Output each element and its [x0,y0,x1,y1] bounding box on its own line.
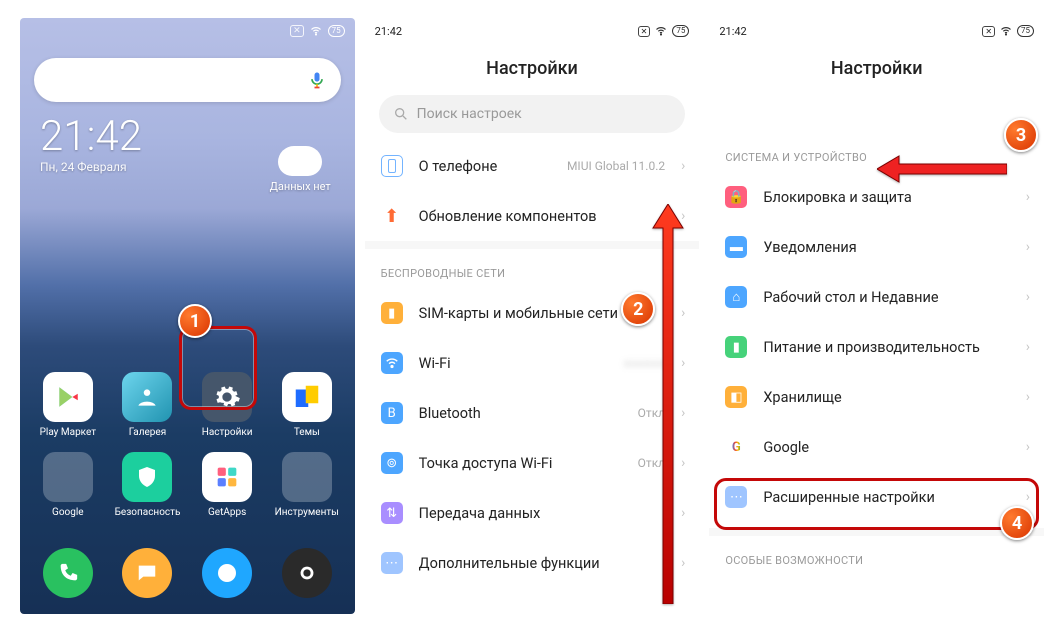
page-title: Настройки [709,40,1044,95]
chevron-right-icon: › [1026,189,1030,205]
dock-browser[interactable] [202,548,252,598]
weather-text: Данных нет [270,180,331,193]
section-wireless: БЕСПРОВОДНЫЕ СЕТИ [365,249,700,288]
row-about-phone[interactable]: О телефоне MIUI Global 11.0.2 › [365,141,700,191]
chevron-right-icon: › [1026,389,1030,405]
home-icon: ⌂ [725,286,747,308]
play-store-icon [43,372,93,422]
callout-1: 1 [178,304,212,338]
google-search-bar[interactable]: G [34,58,341,102]
battery-indicator: 75 [672,25,689,37]
chevron-right-icon: › [681,158,685,174]
row-storage[interactable]: ◧ Хранилище › [709,372,1044,422]
battery-indicator: 75 [328,25,345,37]
app-themes[interactable]: Темы [272,372,342,438]
app-play-market[interactable]: Play Маркет [33,372,103,438]
folder-google[interactable]: Google [33,452,103,518]
status-bar: 21:42 ✕ 75 [365,18,700,40]
status-time: 21:42 [375,25,402,38]
themes-icon [282,372,332,422]
page-title: Настройки [365,40,700,95]
mic-icon[interactable] [307,70,327,90]
search-placeholder: Поиск настроек [417,106,522,122]
app-label: Инструменты [275,507,339,518]
highlight-advanced-settings [714,478,1039,530]
hotspot-icon: ⊚ [381,452,403,474]
row-hotspot[interactable]: ⊚ Точка доступа Wi-Fi Откл › [365,438,700,488]
app-label: Play Маркет [40,427,97,438]
app-label: Безопасность [115,507,181,518]
row-component-updates[interactable]: ⬆ Обновление компонентов › [365,191,700,241]
folder-icon [43,452,93,502]
chevron-right-icon: › [1026,339,1030,355]
folder-icon [282,452,332,502]
app-label: Google [52,507,84,518]
app-getapps[interactable]: GetApps [192,452,262,518]
no-sim-icon: ✕ [638,26,651,37]
row-battery-perf[interactable]: ▮ Питание и производительность › [709,322,1044,372]
battery-indicator: 75 [1017,25,1034,37]
chevron-right-icon: › [1026,439,1030,455]
row-bluetooth[interactable]: B Bluetooth Откл › [365,388,700,438]
row-home-recents[interactable]: ⌂ Рабочий стол и Недавние › [709,272,1044,322]
chevron-right-icon: › [1026,239,1030,255]
app-label: Галерея [129,427,166,438]
no-sim-icon: ✕ [290,25,304,37]
battery-icon: ▮ [725,336,747,358]
app-label: Темы [294,427,320,438]
update-icon: ⬆ [381,205,403,227]
settings-system: 21:42 ✕ 75 Настройки СИСТЕМА И УСТРОЙСТВ… [709,18,1044,614]
row-data-usage[interactable]: ⇅ Передача данных › [365,488,700,538]
sim-icon: ▮ [381,302,403,324]
app-gallery[interactable]: Галерея [112,372,182,438]
wifi-icon [1000,25,1012,37]
search-icon [393,106,409,122]
app-label: Настройки [202,427,253,438]
section-special: ОСОБЫЕ ВОЗМОЖНОСТИ [709,536,1044,575]
row-wifi[interactable]: Wi-Fi xxxxxxx › [365,338,700,388]
weather-widget[interactable]: Данных нет [270,146,331,193]
status-bar: ✕ 75 [20,18,355,40]
notifications-icon: ▬ [725,236,747,258]
dock [20,540,355,614]
shield-icon [122,452,172,502]
google-logo-icon: G [48,68,62,92]
wifi-icon [655,25,667,37]
row-more-functions[interactable]: ⋯ Дополнительные функции › [365,538,700,588]
dock-camera[interactable] [282,548,332,598]
arrow-up [651,204,685,608]
dock-phone[interactable] [43,548,93,598]
dock-messages[interactable] [122,548,172,598]
gallery-icon [122,372,172,422]
settings-main: 21:42 ✕ 75 Настройки Поиск настроек О те… [365,18,700,614]
app-label: GetApps [208,507,246,518]
bluetooth-icon: B [381,402,403,424]
status-bar: 21:42 ✕ 75 [709,18,1044,40]
lock-icon: 🔒 [725,186,747,208]
callout-4: 4 [1000,506,1034,540]
row-notifications[interactable]: ▬ Уведомления › [709,222,1044,272]
phone-icon [381,155,403,177]
settings-search[interactable]: Поиск настроек [379,95,686,133]
wifi-icon [381,352,403,374]
wifi-icon [310,25,322,37]
google-icon: G [725,436,747,458]
row-google[interactable]: G Google › [709,422,1044,472]
no-sim-icon: ✕ [982,26,995,37]
more-icon: ⋯ [381,552,403,574]
folder-tools[interactable]: Инструменты [272,452,342,518]
app-security[interactable]: Безопасность [112,452,182,518]
arrow-left [877,154,1007,188]
storage-icon: ◧ [725,386,747,408]
chevron-right-icon: › [1026,289,1030,305]
getapps-icon [202,452,252,502]
status-time: 21:42 [719,25,746,38]
data-icon: ⇅ [381,502,403,524]
callout-3: 3 [1004,118,1038,152]
highlight-settings-app [179,326,257,410]
cloud-icon [278,146,322,176]
home-screen: ✕ 75 G 21:42 Пн, 24 Февраля Данных нет P… [20,18,355,614]
